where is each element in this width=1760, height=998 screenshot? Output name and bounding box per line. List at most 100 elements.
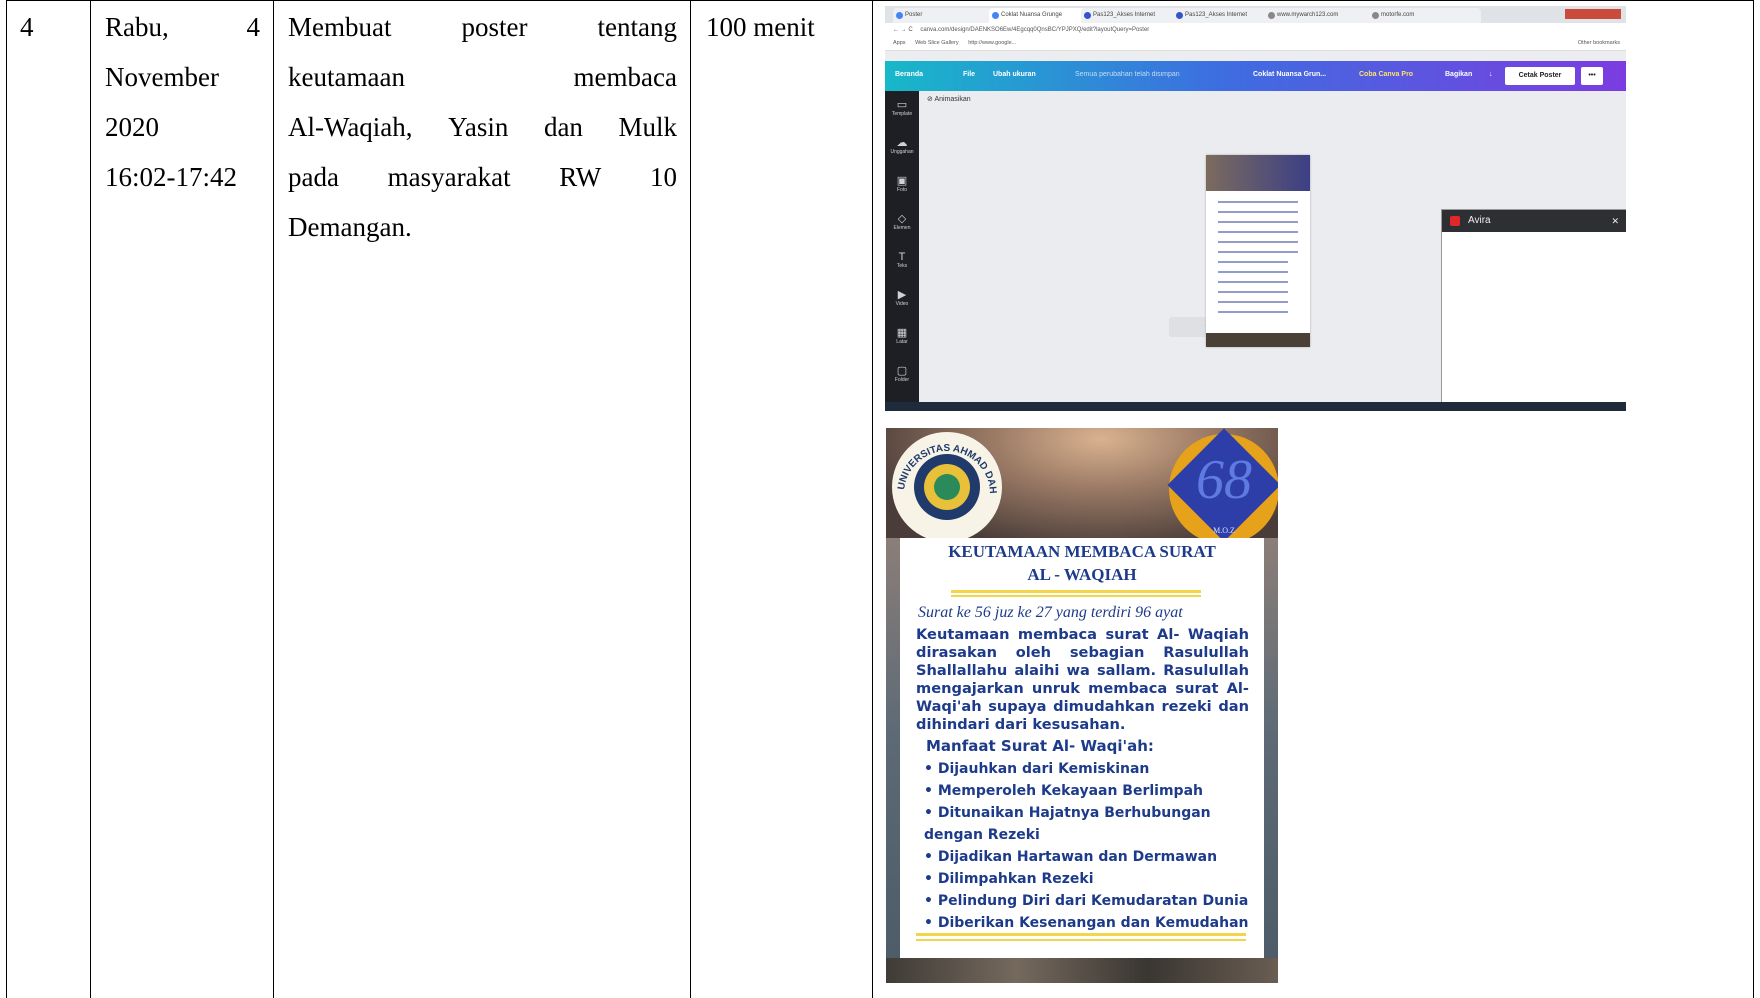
- bookmark[interactable]: Web Slice Gallery: [907, 40, 959, 46]
- sidebar-item-elements[interactable]: ◇ Elemen: [885, 213, 919, 231]
- date-year: 2020: [105, 112, 159, 142]
- close-icon[interactable]: ✕: [1611, 210, 1619, 232]
- poster-photo-bottom: [886, 958, 1278, 983]
- home-button[interactable]: Beranda: [895, 71, 923, 78]
- activity-line: Membuat poster tentang: [288, 2, 677, 52]
- sidebar-item-background[interactable]: ▦ Latar: [885, 327, 919, 345]
- more-button[interactable]: •••: [1581, 67, 1603, 85]
- tab-favicon-icon: [992, 12, 999, 19]
- download-icon[interactable]: ↓: [1489, 71, 1493, 78]
- list-item: Ditunaikan Hajatnya Berhubungan: [924, 802, 1249, 824]
- avira-title: Avira: [1468, 215, 1491, 226]
- nav-arrows-icon[interactable]: ← → C: [885, 27, 913, 33]
- url-text[interactable]: canva.com/design/DAENKSO6Ew/4Egcqq0QnsBC…: [914, 27, 1149, 33]
- poster-title-2: AL - WAQIAH: [1027, 565, 1137, 584]
- poster-title: KEUTAMAAN MEMBACA SURAT: [948, 542, 1216, 561]
- gold-rule: [951, 590, 1201, 593]
- table-border: [690, 0, 691, 998]
- try-pro-button[interactable]: Coba Canva Pro: [1359, 71, 1413, 78]
- canva-toolbar: Beranda File Ubah ukuran Semua perubahan…: [885, 61, 1626, 91]
- list-item: Diberikan Kesenangan dan Kemudahan: [924, 912, 1249, 934]
- poster-heading: Manfaat Surat Al- Waqi'ah:: [926, 737, 1154, 755]
- gold-rule: [951, 595, 1201, 597]
- upload-icon: ☁: [896, 137, 908, 149]
- poster-image: UNIVERSITAS AHMAD DAHLAN 68 M.O.Z KEUTAM…: [886, 428, 1278, 983]
- list-item: Dilimpahkan Rezeki: [924, 868, 1249, 890]
- bookmarks-bar: Apps Web Slice Gallery http://www.google…: [885, 37, 1626, 51]
- sidebar-item-uploads[interactable]: ☁ Unggahan: [885, 137, 919, 155]
- browser-tab[interactable]: motorfe.com: [1369, 8, 1481, 23]
- activity-line: Demangan.: [288, 202, 677, 252]
- bookmark[interactable]: http://www.google...: [960, 40, 1016, 46]
- browser-tab[interactable]: Pas123_Akses Internet: [1081, 8, 1181, 23]
- resize-button[interactable]: Ubah ukuran: [993, 71, 1036, 78]
- tab-favicon-icon: [1372, 12, 1379, 19]
- print-poster-button[interactable]: Cetak Poster: [1505, 67, 1575, 85]
- text-icon: T: [898, 251, 906, 263]
- browser-tab[interactable]: Pas123_Akses Internet: [1173, 8, 1273, 23]
- table-border-right: [1753, 0, 1754, 998]
- window-controls[interactable]: [1565, 9, 1621, 19]
- sidebar-item-template[interactable]: ▭ Template: [885, 99, 919, 117]
- date-number: 4: [246, 12, 261, 42]
- sidebar-item-photos[interactable]: ▣ Foto: [885, 175, 919, 193]
- moz-badge-number: 68: [1196, 449, 1252, 511]
- table-border: [273, 0, 274, 998]
- table-border-top: [6, 0, 1754, 1]
- design-preview[interactable]: [1206, 155, 1310, 347]
- activity-word: Al-Waqiah,: [288, 112, 413, 142]
- template-icon: ▭: [896, 99, 908, 111]
- design-name[interactable]: Coklat Nuansa Grun...: [1253, 71, 1326, 78]
- date-month: November: [105, 62, 219, 92]
- list-item: Memperoleh Kekayaan Berlimpah: [924, 780, 1249, 802]
- date-cell: Rabu, 4 November 2020 16:02-17:42: [105, 2, 260, 202]
- photo-icon: ▣: [896, 175, 908, 187]
- moz-badge-text: M.O.Z: [1213, 526, 1235, 535]
- table-border: [872, 0, 873, 998]
- table-border: [90, 0, 91, 998]
- activity-word: Yasin: [448, 112, 509, 142]
- duration: 100 menit: [706, 12, 815, 42]
- share-button[interactable]: Bagikan: [1445, 71, 1472, 78]
- tab-favicon-icon: [1268, 12, 1275, 19]
- tab-favicon-icon: [896, 12, 903, 19]
- gold-rule: [916, 933, 1246, 936]
- list-item: dengan Rezeki: [924, 827, 1040, 843]
- poster-body: Keutamaan membaca surat Al- Waqiah diras…: [916, 626, 1249, 733]
- background-icon: ▦: [896, 327, 908, 339]
- other-bookmarks[interactable]: Other bookmarks: [1578, 37, 1620, 50]
- list-item: Dijauhkan dari Kemiskinan: [924, 758, 1249, 780]
- activity-word: masyarakat: [387, 162, 511, 192]
- sidebar-item-video[interactable]: ▶ Video: [885, 289, 919, 307]
- sidebar-item-text[interactable]: T Teks: [885, 251, 919, 269]
- activity-line: Al-Waqiah, Yasin dan Mulk: [288, 102, 677, 152]
- address-bar[interactable]: ← → C canva.com/design/DAENKSO6Ew/4Egcqq…: [885, 23, 1626, 37]
- canva-screenshot: Poster Coklat Nuansa Grunge Pas123_Akses…: [885, 6, 1626, 411]
- uad-logo: UNIVERSITAS AHMAD DAHLAN: [892, 432, 1002, 542]
- list-item: Pelindung Diri dari Kemudaratan Dunia: [924, 890, 1249, 912]
- sidebar-item-folder[interactable]: ▢ Folder: [885, 365, 919, 383]
- activity-line: keutamaan membaca: [288, 52, 677, 102]
- avira-header: Avira ✕: [1442, 210, 1626, 232]
- file-menu[interactable]: File: [963, 71, 975, 78]
- gold-rule: [916, 939, 1246, 941]
- activity-line: pada masyarakat RW 10: [288, 152, 677, 202]
- tab-favicon-icon: [1084, 12, 1091, 19]
- activity-word: dan: [543, 112, 583, 142]
- list-item: Dijadikan Hartawan dan Dermawan: [924, 846, 1249, 868]
- activity-word: 10: [649, 162, 677, 192]
- video-icon: ▶: [897, 289, 907, 301]
- uad-logo-text: UNIVERSITAS AHMAD DAHLAN: [892, 432, 998, 494]
- browser-tab[interactable]: www.mywarch123.com: [1265, 8, 1377, 23]
- bookmark[interactable]: Apps: [885, 40, 906, 46]
- folder-icon: ▢: [896, 365, 908, 377]
- svg-text:UNIVERSITAS AHMAD DAHLAN: UNIVERSITAS AHMAD DAHLAN: [892, 432, 998, 494]
- time-range: 16:02-17:42: [105, 162, 237, 192]
- browser-tab-active[interactable]: Coklat Nuansa Grunge: [989, 8, 1089, 23]
- avira-logo-icon: [1450, 216, 1460, 226]
- activity-word: pada: [288, 162, 339, 192]
- elements-icon: ◇: [897, 213, 907, 225]
- browser-tab[interactable]: Poster: [893, 8, 997, 23]
- animate-button[interactable]: ⊘ Animasikan: [927, 95, 971, 103]
- activity-word: membaca: [573, 62, 677, 92]
